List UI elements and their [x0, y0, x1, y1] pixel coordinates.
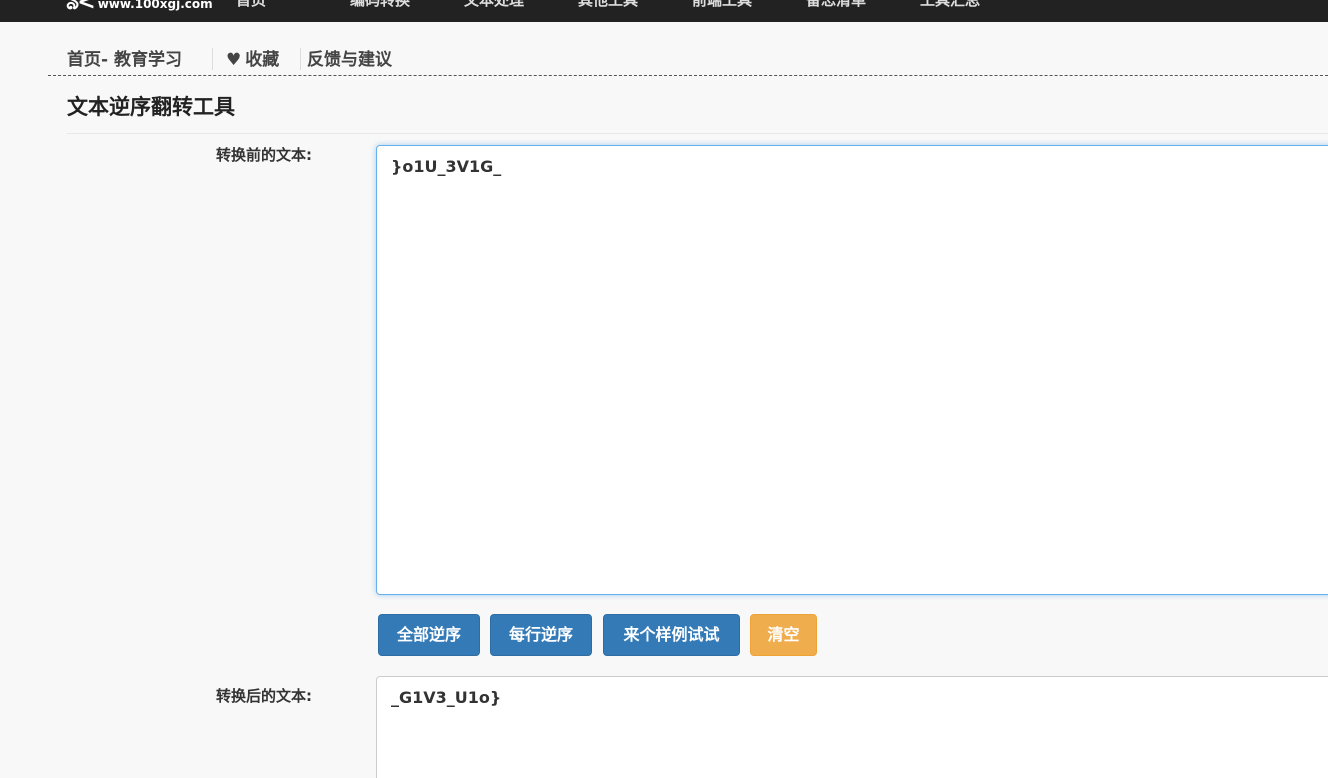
top-nav-item[interactable]: 备忘清单: [806, 0, 901, 9]
breadcrumb-divider: [300, 48, 301, 70]
heart-icon: ♥: [226, 50, 242, 70]
top-nav-menu: 首页 编码转换 文本处理 其他工具 前端工具 备忘清单 工具汇总: [236, 0, 1034, 9]
top-nav-item[interactable]: 编码转换: [350, 0, 445, 9]
top-nav-item[interactable]: 其他工具: [578, 0, 673, 9]
reverse-all-button[interactable]: 全部逆序: [378, 614, 480, 656]
reverse-each-line-button[interactable]: 每行逆序: [490, 614, 592, 656]
top-nav-item[interactable]: 首页: [236, 0, 331, 9]
output-text-label: 转换后的文本:: [216, 687, 312, 705]
output-textarea[interactable]: _G1V3_U1o}: [376, 676, 1328, 778]
page-title: 文本逆序翻转工具: [67, 95, 235, 119]
clear-button[interactable]: 清空: [750, 614, 817, 656]
feedback-link[interactable]: 反馈与建议: [307, 50, 392, 70]
try-sample-button[interactable]: 来个样例试试: [603, 614, 740, 656]
top-nav-item[interactable]: 前端工具: [692, 0, 787, 9]
input-textarea[interactable]: }o1U_3V1G_: [376, 145, 1328, 595]
top-nav-item[interactable]: 工具汇总: [920, 0, 1015, 9]
breadcrumb-home-link[interactable]: 首页- 教育学习: [67, 50, 182, 70]
top-nav-item[interactable]: 文本处理: [464, 0, 559, 9]
logo-mark: ঌ<: [66, 0, 96, 15]
breadcrumb: 首页- 教育学习 ♥ 收藏 反馈与建议: [48, 45, 1328, 76]
top-navbar: ঌ< www.100xgj.com 首页 编码转换 文本处理 其他工具 前端工具…: [0, 0, 1328, 22]
title-divider: [67, 133, 1328, 134]
favorite-label: 收藏: [245, 50, 280, 70]
logo-url: www.100xgj.com: [97, 0, 213, 11]
site-logo[interactable]: ঌ< www.100xgj.com: [66, 0, 213, 15]
input-text-label: 转换前的文本:: [216, 146, 312, 164]
favorite-link[interactable]: ♥ 收藏: [226, 50, 279, 70]
breadcrumb-divider: [212, 48, 213, 70]
